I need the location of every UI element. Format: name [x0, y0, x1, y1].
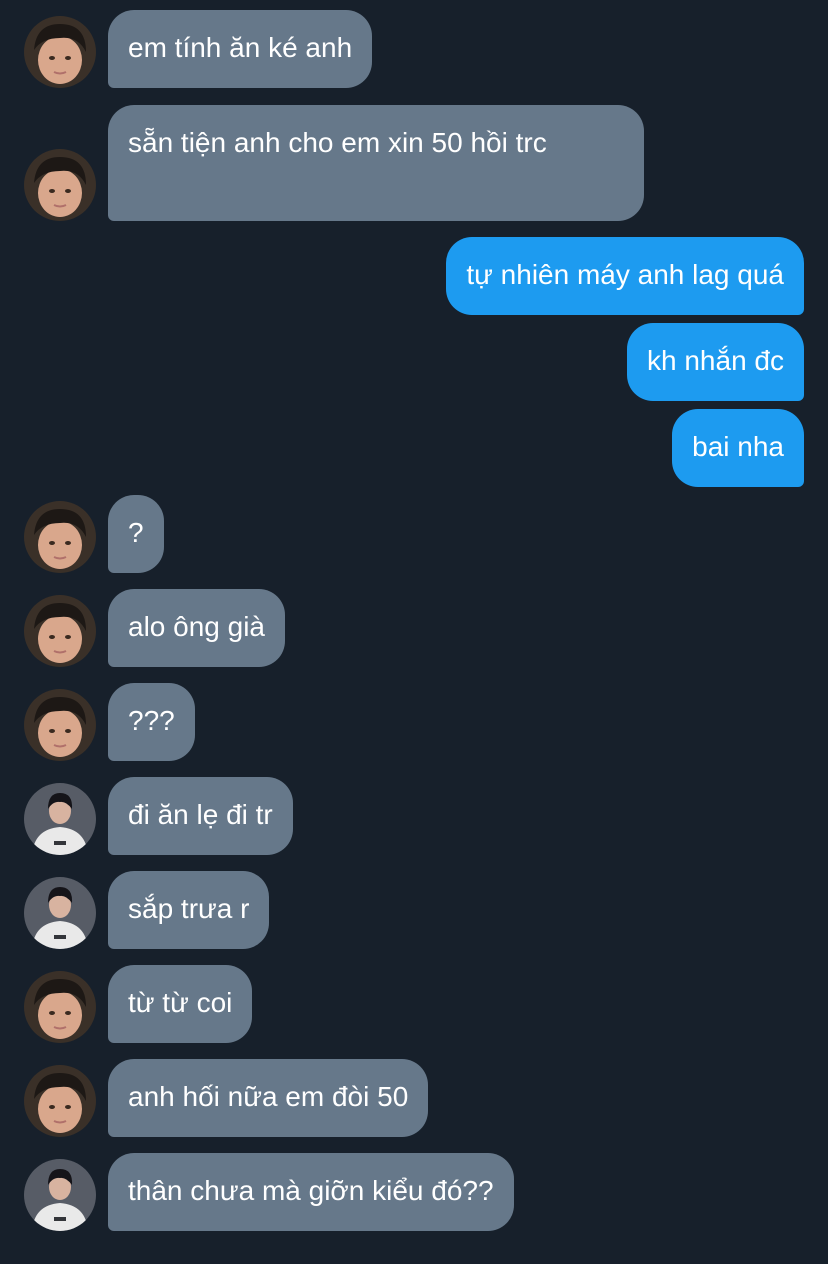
- avatar[interactable]: [24, 149, 96, 221]
- chat-thread: em tính ăn ké anh sẵn tiện anh cho em xi…: [0, 0, 828, 1264]
- face-avatar-icon: [24, 16, 96, 88]
- avatar[interactable]: [24, 595, 96, 667]
- face-avatar-icon: [24, 689, 96, 761]
- message-bubble[interactable]: alo ông già: [108, 589, 286, 667]
- face-avatar-icon: [24, 1065, 96, 1137]
- avatar[interactable]: [24, 877, 96, 949]
- message-bubble[interactable]: ?: [108, 495, 164, 573]
- jacket-avatar-icon: [24, 1159, 96, 1231]
- jacket-avatar-icon: [24, 877, 96, 949]
- avatar[interactable]: [24, 16, 96, 88]
- avatar[interactable]: [24, 1065, 96, 1137]
- avatar[interactable]: [24, 689, 96, 761]
- message-bubble[interactable]: từ từ coi: [108, 965, 253, 1043]
- message-bubble[interactable]: tự nhiên máy anh lag quá: [446, 237, 804, 315]
- avatar[interactable]: [24, 1159, 96, 1231]
- message-bubble[interactable]: kh nhắn đc: [627, 323, 804, 401]
- message-bubble[interactable]: sẵn tiện anh cho em xin 50 hồi trc: [108, 105, 644, 221]
- message-bubble[interactable]: anh hối nữa em đòi 50: [108, 1059, 429, 1137]
- message-bubble[interactable]: ???: [108, 683, 195, 761]
- message-bubble[interactable]: em tính ăn ké anh: [108, 10, 373, 88]
- face-avatar-icon: [24, 971, 96, 1043]
- message-bubble[interactable]: đi ăn lẹ đi tr: [108, 777, 293, 855]
- avatar[interactable]: [24, 501, 96, 573]
- face-avatar-icon: [24, 149, 96, 221]
- avatar[interactable]: [24, 783, 96, 855]
- message-bubble[interactable]: sắp trưa r: [108, 871, 270, 949]
- avatar[interactable]: [24, 971, 96, 1043]
- face-avatar-icon: [24, 501, 96, 573]
- face-avatar-icon: [24, 595, 96, 667]
- jacket-avatar-icon: [24, 783, 96, 855]
- message-bubble[interactable]: thân chưa mà giỡn kiểu đó??: [108, 1153, 514, 1231]
- message-bubble[interactable]: bai nha: [672, 409, 804, 487]
